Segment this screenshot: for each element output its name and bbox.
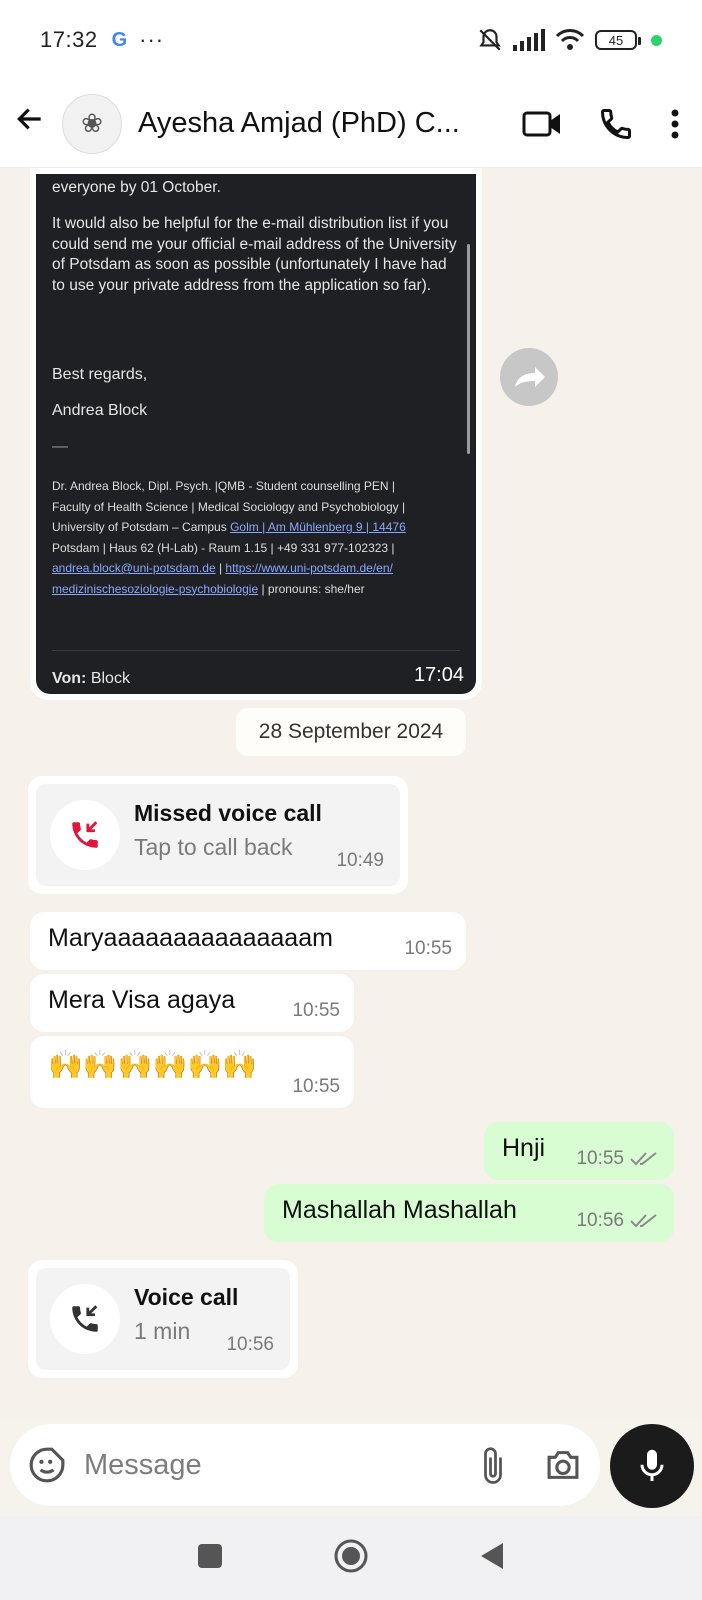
status-time: 17:32 [40, 27, 98, 52]
email-regards: Best regards, [52, 366, 148, 383]
outgoing-message[interactable]: Hnji 10:55 [484, 1122, 674, 1180]
email-screenshot-message[interactable]: everyone by 01 October. It would also be… [30, 168, 482, 700]
message-emoji: 🙌🙌🙌🙌🙌🙌 [48, 1049, 258, 1080]
signature-line: andrea.block@uni-potsdam.de | https://ww… [52, 558, 462, 579]
email-separator [52, 650, 460, 651]
date-divider: 28 September 2024 [236, 708, 466, 756]
email-paragraph: It would also be helpful for the e-mail … [52, 215, 457, 294]
missed-call-icon [50, 800, 120, 870]
chat-title[interactable]: Ayesha Amjad (PhD) C... [138, 107, 460, 140]
signature-text: University of Potsdam – Campus [52, 520, 231, 534]
voice-call-icon[interactable] [598, 106, 634, 142]
email-line: everyone by 01 October. [52, 179, 221, 196]
message-text: Hnji [502, 1134, 546, 1162]
voice-call-message[interactable]: Voice call 1 min 10:56 [28, 1260, 298, 1378]
call-title: Voice call [134, 1284, 239, 1310]
chat-header: ❀ Ayesha Amjad (PhD) C... [0, 80, 702, 168]
message-text: Mera Visa agaya [48, 986, 236, 1014]
message-text: Mashallah Mashallah [282, 1196, 517, 1224]
wifi-icon [555, 29, 585, 50]
message-time: 10:55 [292, 1076, 340, 1097]
message-meta: 10:56 [576, 1210, 658, 1232]
missed-call-message[interactable]: Missed voice call Tap to call back 10:49 [28, 776, 408, 894]
back-arrow-icon[interactable] [14, 103, 54, 144]
signature-line: Dr. Andrea Block, Dipl. Psych. |QMB - St… [52, 479, 396, 493]
message-input[interactable]: Message [84, 1449, 202, 1482]
signature-line: medizinischesoziologie-psychobiologie | … [52, 579, 462, 600]
call-duration: 1 min [134, 1318, 191, 1344]
call-subtitle[interactable]: Tap to call back [134, 834, 293, 861]
message-time: 10:55 [404, 938, 452, 959]
mic-icon [640, 1449, 664, 1481]
attach-icon[interactable] [478, 1445, 508, 1485]
message-input-bar[interactable]: Message [10, 1424, 600, 1506]
double-check-icon [630, 1152, 657, 1166]
incoming-message[interactable]: Maryaaaaaaaaaaaaaaam 10:55 [30, 912, 466, 970]
outgoing-message[interactable]: Mashallah Mashallah 10:56 [264, 1184, 674, 1242]
status-bar: 17:32 G ··· 45 [0, 0, 702, 80]
voice-message-button[interactable] [610, 1424, 694, 1508]
back-button[interactable] [479, 1541, 505, 1576]
mute-icon [479, 29, 501, 51]
website-link: https://www.uni-potsdam.de/en/ [225, 561, 393, 575]
home-button[interactable] [333, 1538, 369, 1579]
triangle-icon [481, 1542, 503, 1569]
forward-button[interactable] [500, 348, 558, 406]
google-icon: G [111, 28, 128, 51]
sticker-emoji-icon[interactable] [28, 1446, 66, 1484]
pronouns-text: | pronouns: she/her [258, 581, 365, 596]
message-time: 10:55 [576, 1148, 624, 1169]
incoming-call-icon [50, 1284, 120, 1354]
recents-button[interactable] [197, 1543, 223, 1574]
email-screenshot-image: everyone by 01 October. It would also be… [36, 174, 476, 694]
from-value: Block [90, 670, 130, 687]
address-link: Golm | Am Mühlenberg 9 | 14476 [230, 520, 406, 534]
call-title: Missed voice call [134, 800, 322, 826]
message-time: 10:56 [576, 1210, 624, 1231]
message-time: 10:49 [336, 850, 384, 871]
message-time: 17:04 [413, 664, 464, 686]
email-address-link: andrea.block@uni-potsdam.de [52, 561, 216, 575]
from-label: Von: [52, 670, 87, 687]
incoming-message[interactable]: 🙌🙌🙌🙌🙌🙌 10:55 [30, 1036, 354, 1108]
message-meta: 10:55 [576, 1148, 658, 1170]
incoming-message[interactable]: Mera Visa agaya 10:55 [30, 974, 354, 1032]
chat-area[interactable]: everyone by 01 October. It would also be… [0, 168, 702, 1420]
more-notifications-icon: ··· [139, 27, 165, 52]
email-divider-dash: — [52, 438, 68, 455]
avatar[interactable]: ❀ [62, 93, 122, 154]
square-icon [198, 1543, 222, 1568]
message-time: 10:55 [292, 1000, 340, 1021]
forward-icon [515, 367, 545, 387]
signature-line: Faculty of Health Science | Medical Soci… [52, 499, 406, 514]
double-check-icon [630, 1214, 657, 1228]
battery-icon: 45 [595, 30, 641, 50]
email-from-line: Von: Block [52, 670, 130, 688]
signal-icon [513, 29, 545, 51]
camera-icon[interactable] [544, 1448, 582, 1482]
message-text: Maryaaaaaaaaaaaaaaam [48, 924, 333, 952]
email-scrollbar [467, 244, 470, 454]
website-link-continued: medizinischesoziologie-psychobiologie [52, 581, 259, 596]
email-sender-name: Andrea Block [52, 402, 148, 419]
message-time: 10:56 [226, 1334, 274, 1355]
signature-line: Potsdam | Haus 62 (H-Lab) - Raum 1.15 | … [52, 540, 395, 555]
system-nav-bar [0, 1516, 702, 1600]
signature-line: University of Potsdam – Campus Golm | Am… [52, 517, 462, 538]
signature-separator: | [215, 561, 226, 575]
more-options-icon[interactable] [670, 108, 680, 140]
privacy-indicator-dot [651, 34, 662, 46]
video-call-icon[interactable] [522, 109, 562, 139]
circle-icon [334, 1539, 368, 1572]
email-signature: Dr. Andrea Block, Dipl. Psych. |QMB - St… [52, 476, 462, 599]
